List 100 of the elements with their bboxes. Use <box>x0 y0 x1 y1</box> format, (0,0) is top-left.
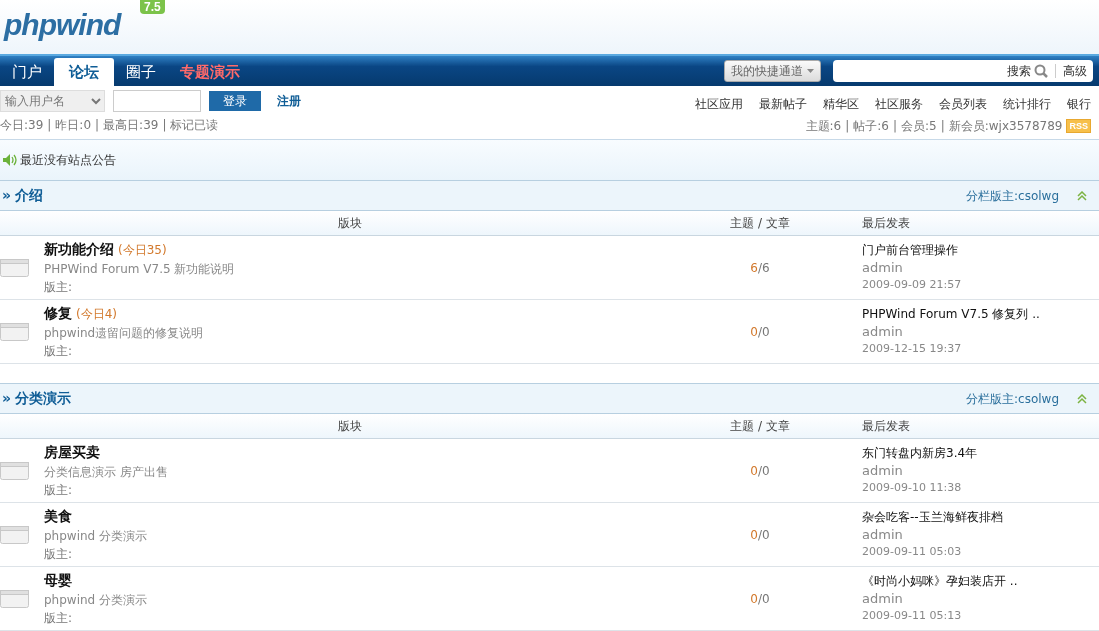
logo[interactable]: phpwind <box>0 0 121 42</box>
login-button[interactable]: 登录 <box>209 91 261 111</box>
stat-text: 会员:5 <box>901 118 937 135</box>
collapse-icon[interactable] <box>1077 393 1087 404</box>
today-count: (今日35) <box>118 242 167 259</box>
forum-name[interactable]: 母婴 <box>44 570 72 591</box>
mark-read-link[interactable]: 标记已读 <box>170 116 219 134</box>
section-moderator[interactable]: 分栏版主:csolwg <box>966 186 1059 205</box>
last-post-time: 2009-09-11 05:03 <box>862 544 963 560</box>
last-post-author[interactable]: admin <box>862 526 1099 543</box>
stat-text: 帖子:6 <box>853 118 889 135</box>
nav-link[interactable]: 社区服务 <box>875 95 923 113</box>
chevron-icon: » <box>2 388 12 409</box>
nav-tab[interactable]: 门户 <box>0 58 54 86</box>
forum-icon <box>0 257 30 278</box>
separator: | <box>940 118 945 135</box>
search-icon <box>1034 64 1048 78</box>
forum-description: 分类信息演示 房产出售 <box>44 464 168 481</box>
search-field[interactable]: 搜索 高级 <box>833 60 1093 82</box>
column-header: 主题 / 文章 <box>730 216 790 230</box>
forum-name[interactable]: 美食 <box>44 506 72 527</box>
announcement-text: 最近没有站点公告 <box>20 152 116 169</box>
post-count: 6 <box>762 260 770 275</box>
separator: | <box>95 117 100 134</box>
last-post-time: 2009-09-10 11:38 <box>862 480 963 496</box>
separator: | <box>845 118 850 135</box>
forum-name[interactable]: 新功能介绍 <box>44 239 114 260</box>
forum-icon <box>0 460 30 481</box>
register-link[interactable]: 注册 <box>277 92 301 110</box>
nav-link[interactable]: 最新帖子 <box>759 95 807 113</box>
chevron-icon: » <box>2 185 12 206</box>
nav-link[interactable]: 会员列表 <box>939 95 987 113</box>
speaker-icon <box>2 153 18 167</box>
topic-count: 0 <box>750 591 758 606</box>
username-select[interactable]: 输入用户名 <box>0 90 105 112</box>
forum-description: PHPWind Forum V7.5 新功能说明 <box>44 261 235 278</box>
stat-text: 新会员: <box>948 118 989 135</box>
moderator-label: 版主: <box>44 546 74 563</box>
separator: / <box>757 463 762 478</box>
separator: / <box>757 260 762 275</box>
post-count: 0 <box>762 463 770 478</box>
moderator-label: 版主: <box>44 343 74 360</box>
last-post-title[interactable]: 门户前台管理操作 <box>862 242 1099 259</box>
forum-icon <box>0 588 30 609</box>
search-button[interactable]: 搜索 <box>1007 62 1048 80</box>
nav-link[interactable]: 银行 <box>1067 95 1091 113</box>
password-field[interactable] <box>113 90 201 112</box>
last-post-author[interactable]: admin <box>862 462 1099 479</box>
topic-count: 6 <box>750 260 758 275</box>
column-header: 版块 <box>338 419 362 433</box>
last-post-time: 2009-09-11 05:13 <box>862 608 963 624</box>
column-header: 版块 <box>338 216 362 230</box>
separator: / <box>757 527 762 542</box>
advanced-search-link[interactable]: 高级 <box>1063 62 1087 80</box>
separator: / <box>757 591 762 606</box>
forum-name[interactable]: 房屋买卖 <box>44 442 100 463</box>
last-post-author[interactable]: admin <box>862 259 1099 276</box>
post-count: 0 <box>762 527 770 542</box>
last-post-title[interactable]: 东门转盘内新房3.4年 <box>862 445 1099 462</box>
separator: | <box>892 118 897 135</box>
column-header: 最后发表 <box>862 216 910 230</box>
separator: | <box>47 117 52 134</box>
last-post-author[interactable]: admin <box>862 323 1099 340</box>
last-post-title[interactable]: 杂会吃客--玉兰海鲜夜排档 <box>862 509 1099 526</box>
version-badge: 7.5 <box>140 0 165 14</box>
post-count: 0 <box>762 591 770 606</box>
stat-text: 昨日:0 <box>55 117 92 134</box>
nav-tab[interactable]: 专题演示 <box>168 58 252 86</box>
stat-text: 今日:39 <box>0 117 44 134</box>
nav-tab[interactable]: 论坛 <box>54 58 114 86</box>
forum-icon <box>0 524 30 545</box>
post-count: 0 <box>762 324 770 339</box>
today-count: (今日4) <box>76 306 117 323</box>
moderator-label: 版主: <box>44 482 74 499</box>
separator: / <box>757 324 762 339</box>
section-title[interactable]: 介绍 <box>15 185 44 206</box>
nav-link[interactable]: 精华区 <box>823 95 859 113</box>
forum-icon <box>0 321 30 342</box>
quick-menu-button[interactable]: 我的快捷通道 <box>724 60 821 82</box>
collapse-icon[interactable] <box>1077 190 1087 201</box>
nav-tab[interactable]: 圈子 <box>114 58 168 86</box>
forum-name[interactable]: 修复 <box>44 303 72 324</box>
last-post-title[interactable]: 《时尚小妈咪》孕妇装店开 .. <box>862 573 1099 590</box>
moderator-label: 版主: <box>44 279 74 296</box>
forum-description: phpwind 分类演示 <box>44 592 148 609</box>
last-post-time: 2009-12-15 19:37 <box>862 341 963 357</box>
stat-text: 主题:6 <box>805 118 842 135</box>
topic-count: 0 <box>750 527 758 542</box>
separator: | <box>162 117 167 134</box>
last-post-author[interactable]: admin <box>862 590 1099 607</box>
column-header: 主题 / 文章 <box>730 419 790 433</box>
forum-description: phpwind 分类演示 <box>44 528 148 545</box>
nav-link[interactable]: 统计排行 <box>1003 95 1051 113</box>
section-title[interactable]: 分类演示 <box>15 388 72 409</box>
last-post-title[interactable]: PHPWind Forum V7.5 修复列 .. <box>862 306 1099 323</box>
nav-link[interactable]: 社区应用 <box>695 95 743 113</box>
moderator-label: 版主: <box>44 610 74 627</box>
section-moderator[interactable]: 分栏版主:csolwg <box>966 389 1059 408</box>
last-post-time: 2009-09-09 21:57 <box>862 277 963 293</box>
topic-count: 0 <box>750 324 758 339</box>
